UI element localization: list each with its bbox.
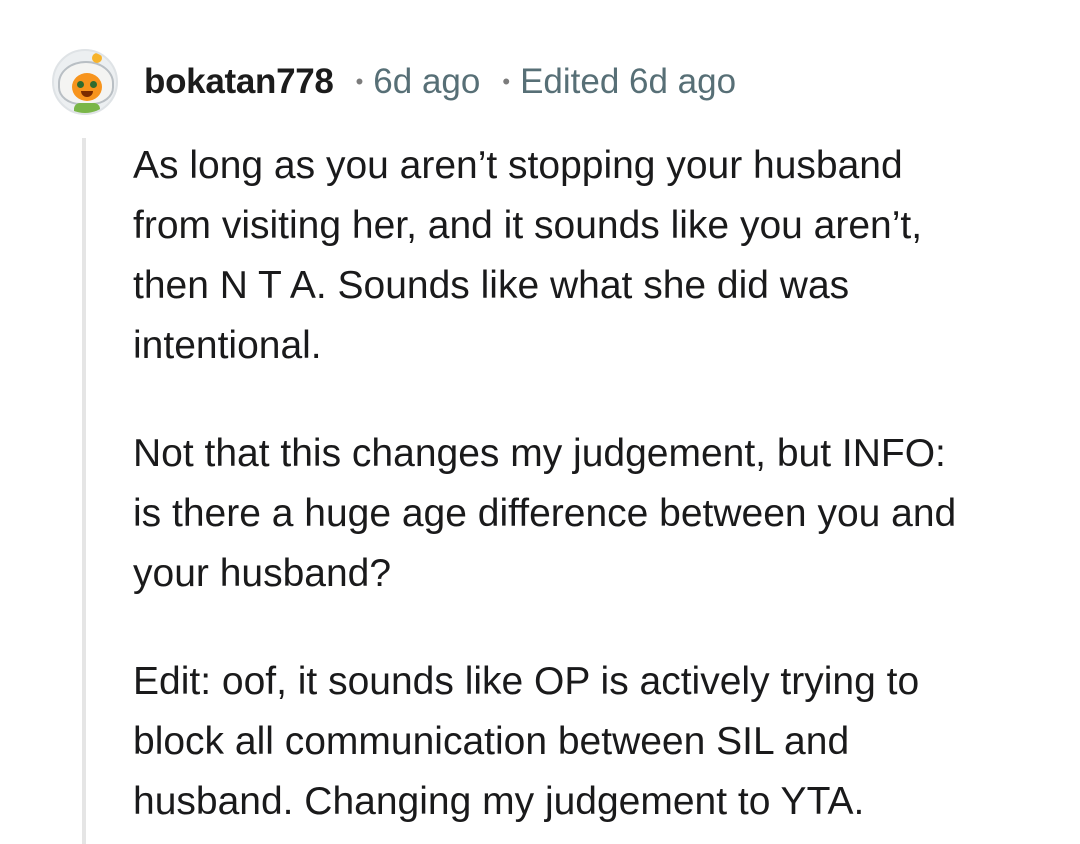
text-line: is there a huge age difference between y… — [133, 492, 957, 535]
text-line: Not that this changes my judgement, but … — [133, 432, 946, 475]
text-line: from visiting her, and it sounds like yo… — [133, 204, 923, 247]
avatar-eye — [77, 81, 84, 88]
separator-dot: • — [502, 69, 511, 94]
avatar-shirt — [74, 103, 100, 113]
text-line: intentional. — [133, 324, 322, 367]
text-line: block all communication between SIL and — [133, 720, 850, 763]
text-line: As long as you aren’t stopping your husb… — [133, 144, 903, 187]
comment-header: bokatan778 • 6d ago • Edited 6d ago — [52, 44, 736, 120]
avatar-bulb — [92, 53, 102, 63]
avatar[interactable] — [52, 49, 118, 115]
text-line: Edit: oof, it sounds like OP is actively… — [133, 660, 920, 703]
avatar-eye — [90, 81, 97, 88]
thread-line[interactable] — [82, 138, 86, 844]
posted-time: 6d ago — [373, 62, 481, 101]
comment-body: As long as you aren’t stopping your husb… — [133, 136, 1053, 832]
author-username[interactable]: bokatan778 — [144, 62, 334, 102]
edited-time: Edited 6d ago — [520, 62, 737, 101]
text-line: your husband? — [133, 552, 392, 595]
comment: bokatan778 • 6d ago • Edited 6d ago As l… — [0, 0, 1080, 844]
comment-paragraph: Edit: oof, it sounds like OP is actively… — [133, 652, 1053, 832]
text-line: then N T A. Sounds like what she did was — [133, 264, 850, 307]
text-line: husband. Changing my judgement to YTA. — [133, 780, 865, 823]
comment-paragraph: As long as you aren’t stopping your husb… — [133, 136, 1053, 376]
comment-paragraph: Not that this changes my judgement, but … — [133, 424, 1053, 604]
separator-dot: • — [355, 69, 364, 94]
